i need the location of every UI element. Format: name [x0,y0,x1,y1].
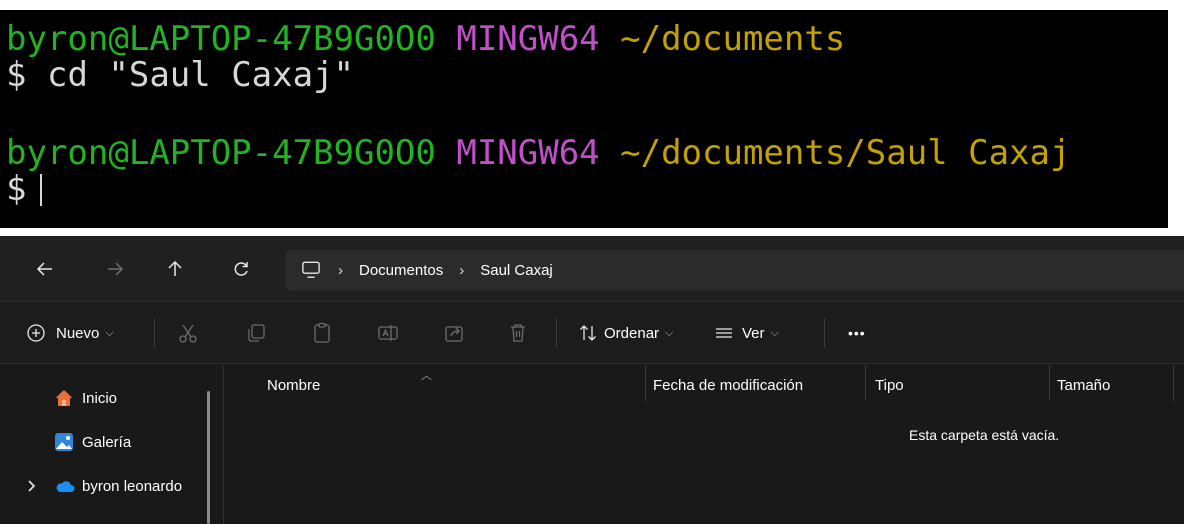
up-button[interactable] [160,254,190,284]
terminal-user-host: byron@LAPTOP-47B9G0O0 [6,133,436,173]
toolbar-divider [154,318,155,348]
sort-button-label: Ordenar [604,324,660,342]
file-list-pane[interactable]: ︿ Nombre Fecha de modificación Tipo Tama… [225,365,1184,524]
new-button[interactable]: Nuevo ⌵ [26,302,114,364]
plus-circle-icon [27,324,45,342]
copy-button[interactable] [244,321,268,345]
terminal-window[interactable]: byron@LAPTOP-47B9G0O0 MINGW64 ~/document… [0,10,1168,228]
arrow-left-icon [36,262,52,276]
chevron-down-icon: ⌵ [105,326,114,339]
expand-chevron-icon[interactable] [26,479,38,493]
terminal-path: ~/documents/Saul Caxaj [620,133,1071,173]
share-button[interactable] [442,321,466,345]
terminal-command: cd "Saul Caxaj" [46,55,355,95]
terminal-input-line[interactable]: $ [6,169,43,209]
terminal-prompt-line: byron@LAPTOP-47B9G0O0 MINGW64 ~/document… [6,136,1070,170]
more-options-button[interactable]: ••• [848,302,866,364]
terminal-command-line: $ cd "Saul Caxaj" [6,58,354,92]
sidebar-item-galeria[interactable]: Galería [0,427,210,457]
scissors-icon [179,324,197,343]
view-button-label: Ver [742,324,765,342]
column-divider[interactable] [645,365,646,401]
address-bar[interactable]: › Documentos › Saul Caxaj [286,250,1184,290]
terminal-prompt-line: byron@LAPTOP-47B9G0O0 MINGW64 ~/document… [6,22,845,56]
this-pc-icon[interactable] [300,261,322,279]
refresh-icon [234,262,248,276]
file-explorer-window: › Documentos › Saul Caxaj Nuevo ⌵ Ordena… [0,236,1184,524]
column-header-tipo[interactable]: Tipo [875,365,904,405]
onedrive-cloud-icon [56,481,75,492]
sort-caret-icon: ︿ [421,370,432,382]
sort-button[interactable]: Ordenar ⌵ [578,302,673,364]
back-button[interactable] [30,254,60,284]
terminal-user-host: byron@LAPTOP-47B9G0O0 [6,19,436,59]
breadcrumb-documentos[interactable]: Documentos [359,262,443,279]
cut-button[interactable] [176,321,200,345]
clipboard-icon [314,322,330,343]
sort-arrows-icon [580,325,596,341]
toolbar-divider [824,318,825,348]
arrow-up-icon [168,260,182,276]
navigation-bar: › Documentos › Saul Caxaj [0,236,1184,302]
rename-icon [378,325,398,341]
empty-folder-message: Esta carpeta está vacía. [909,427,1060,443]
delete-button[interactable] [506,321,530,345]
trash-icon [511,324,525,342]
column-header-tamano[interactable]: Tamaño [1057,365,1110,405]
share-icon [445,326,463,342]
forward-button[interactable] [100,254,130,284]
breadcrumb-chevron-icon[interactable]: › [459,262,464,279]
view-button[interactable]: Ver ⌵ [714,302,779,364]
terminal-prompt-symbol: $ [6,55,27,95]
new-button-label: Nuevo [56,324,100,342]
chevron-down-icon: ⌵ [770,326,779,339]
toolbar-divider [556,318,557,348]
column-divider[interactable] [865,365,866,401]
more-options-icon: ••• [848,325,866,341]
arrow-right-icon [108,262,124,276]
command-bar: Nuevo ⌵ Ordenar ⌵ Ver ⌵ ••• [0,302,1184,364]
paste-button[interactable] [310,321,334,345]
rename-button[interactable] [376,321,400,345]
view-lines-icon [716,328,732,338]
terminal-env: MINGW64 [456,133,600,173]
column-divider[interactable] [1049,365,1050,401]
column-divider[interactable] [1173,365,1174,401]
breadcrumb-chevron-icon[interactable]: › [338,262,343,279]
chevron-down-icon: ⌵ [665,326,674,339]
terminal-path: ~/documents [620,19,846,59]
sidebar-item-label: Inicio [82,389,118,407]
breadcrumb-saul-caxaj[interactable]: Saul Caxaj [480,262,553,279]
sidebar-item-label: byron leonardo [82,477,183,495]
column-header-nombre[interactable]: Nombre [267,365,320,405]
terminal-env: MINGW64 [456,19,600,59]
home-icon [55,390,73,406]
refresh-button[interactable] [226,254,256,284]
terminal-prompt-symbol: $ [6,169,27,209]
navigation-pane: Inicio Galería byron leonardo [0,365,224,524]
sidebar-item-label: Galería [82,433,132,451]
sidebar-scrollbar[interactable] [207,391,210,524]
sidebar-item-inicio[interactable]: Inicio [0,383,210,413]
terminal-cursor [40,174,43,206]
sidebar-item-onedrive[interactable]: byron leonardo [0,471,210,501]
copy-icon [248,324,265,342]
column-header-fecha[interactable]: Fecha de modificación [653,365,803,405]
gallery-icon [55,433,73,451]
